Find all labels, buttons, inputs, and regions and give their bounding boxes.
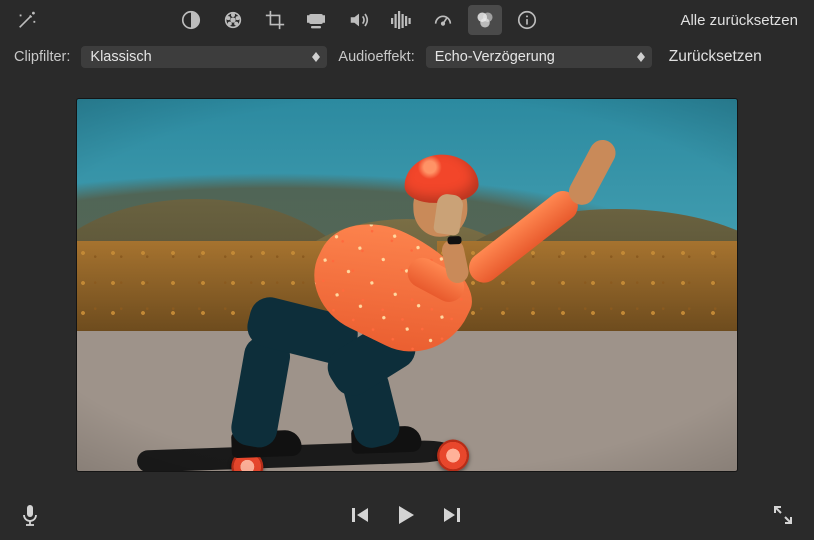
reset-all-button[interactable]: Alle zurücksetzen [674, 12, 804, 29]
color-balance-icon[interactable] [174, 5, 208, 35]
volume-icon[interactable] [342, 5, 376, 35]
color-correction-icon[interactable] [216, 5, 250, 35]
adjustments-toolbar: Alle zurücksetzen [0, 0, 814, 40]
speed-icon[interactable] [426, 5, 460, 35]
noise-reduction-icon[interactable] [384, 5, 418, 35]
clipfilter-value: Klassisch [90, 49, 306, 65]
info-icon[interactable] [510, 5, 544, 35]
chevron-updown-icon [312, 52, 320, 62]
magic-wand-icon[interactable] [10, 5, 44, 35]
preview-area [0, 74, 814, 490]
clip-filter-bar: Clipfilter: Klassisch Audioeffekt: Echo-… [0, 40, 814, 74]
previous-frame-icon[interactable] [350, 506, 370, 524]
reset-filters-button[interactable]: Zurücksetzen [663, 48, 766, 66]
clipfilter-dropdown[interactable]: Klassisch [80, 45, 328, 69]
audioeffect-dropdown[interactable]: Echo-Verzögerung [425, 45, 653, 69]
playback-bar [0, 490, 814, 540]
audioeffect-label: Audioeffekt: [338, 49, 414, 65]
microphone-icon[interactable] [20, 503, 40, 527]
stabilization-icon[interactable] [300, 5, 334, 35]
crop-icon[interactable] [258, 5, 292, 35]
video-preview[interactable] [77, 99, 737, 471]
video-editor-viewer: Alle zurücksetzen Clipfilter: Klassisch … [0, 0, 814, 540]
chevron-updown-icon [637, 52, 645, 62]
next-frame-icon[interactable] [442, 506, 462, 524]
audioeffect-value: Echo-Verzögerung [435, 49, 631, 65]
play-icon[interactable] [396, 504, 416, 526]
clip-filter-icon[interactable] [468, 5, 502, 35]
fullscreen-icon[interactable] [772, 504, 794, 526]
clipfilter-label: Clipfilter: [14, 49, 70, 65]
